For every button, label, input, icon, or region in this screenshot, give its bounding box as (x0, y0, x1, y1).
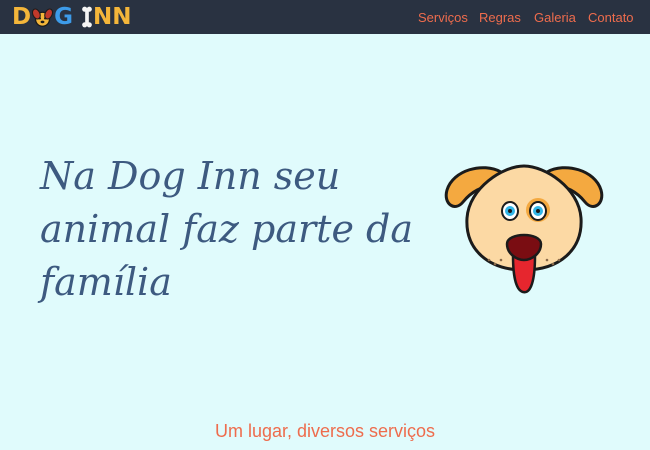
nav-link-contato[interactable]: Contato (588, 10, 634, 25)
nav-link-galeria[interactable]: Galeria (534, 10, 576, 25)
paw-icon (32, 7, 54, 27)
logo-letters-nn: NN (92, 4, 132, 30)
nav-link-servicos[interactable]: Serviços (418, 10, 468, 25)
brand-logo[interactable]: D G NN (12, 4, 131, 30)
nav-link-regras[interactable]: Regras (479, 10, 521, 25)
bone-icon (82, 6, 92, 28)
logo-letter-d: D (12, 4, 32, 30)
dog-face-illustration (444, 164, 604, 294)
hero-title: Na Dog Inn seu animal faz parte da famíl… (40, 154, 413, 304)
services-section-heading: Um lugar, diversos serviços (214, 421, 436, 441)
logo-letter-g: G (54, 4, 73, 30)
navbar: D G NN Serviços Regras Galeria Contato (0, 0, 650, 34)
